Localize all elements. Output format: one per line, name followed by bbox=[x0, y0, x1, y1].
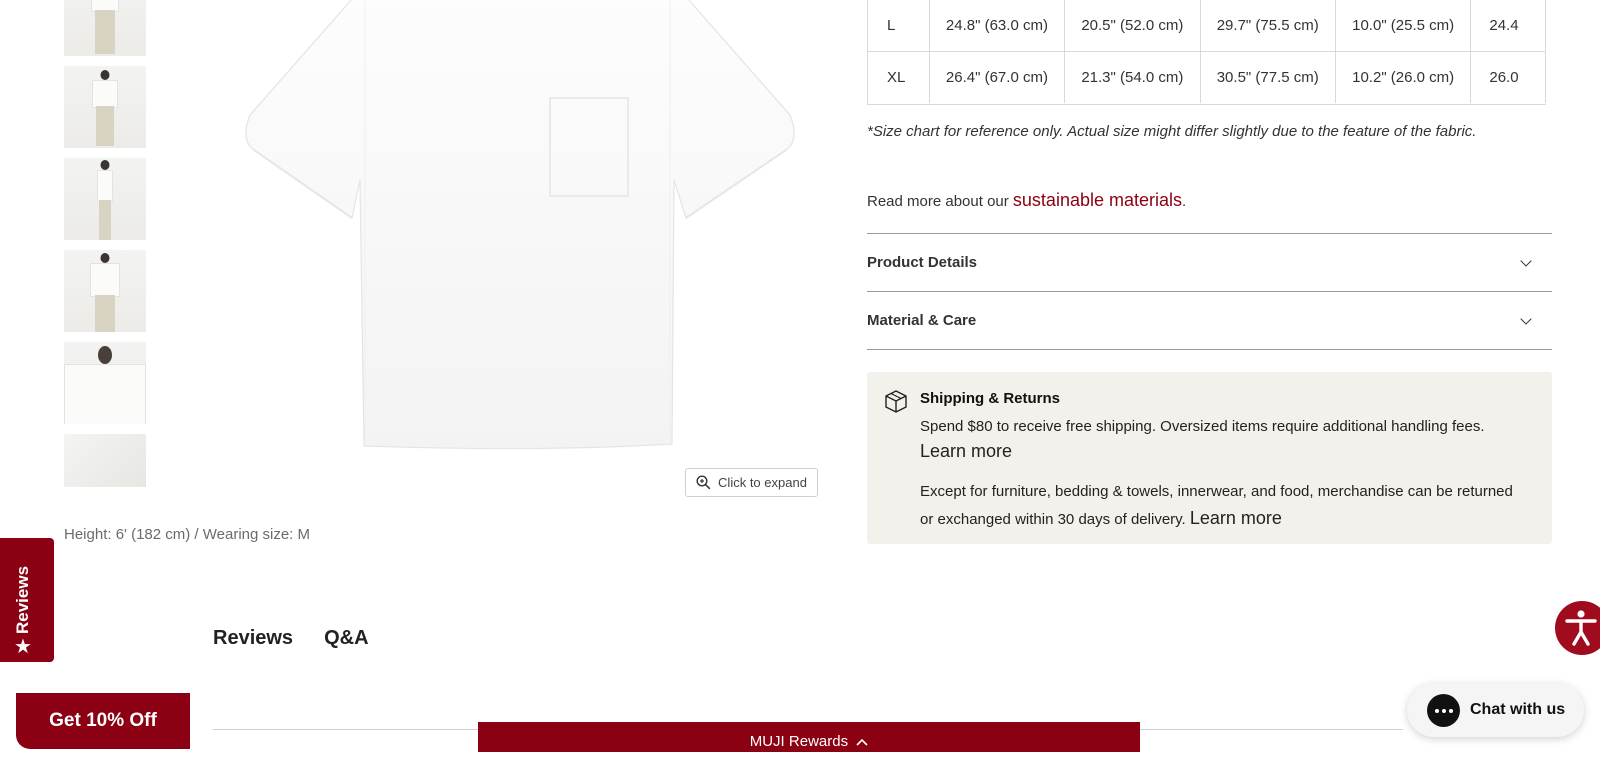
accessibility-button[interactable] bbox=[1555, 601, 1600, 655]
table-cell: 10.2" (26.0 cm) bbox=[1335, 51, 1472, 103]
thumbnail-fabric[interactable] bbox=[64, 434, 146, 487]
accessibility-icon bbox=[1565, 610, 1597, 646]
chevron-down-icon bbox=[1520, 312, 1532, 325]
thumbnail-full-front-2[interactable] bbox=[64, 66, 146, 148]
table-cell: 30.5" (77.5 cm) bbox=[1200, 51, 1336, 103]
product-main-image[interactable] bbox=[240, 0, 800, 450]
table-cell: 24.8" (63.0 cm) bbox=[929, 0, 1066, 52]
accordion-title: Material & Care bbox=[867, 312, 977, 329]
shipping-title: Shipping & Returns bbox=[920, 390, 1060, 407]
model-size-caption: Height: 6' (182 cm) / Wearing size: M bbox=[64, 526, 311, 543]
table-cell: 26.0 bbox=[1470, 51, 1546, 103]
zoom-icon bbox=[696, 475, 711, 490]
reviews-qa-tabs: Reviews Q&A bbox=[213, 627, 369, 650]
shipping-returns-box: Shipping & Returns Spend $80 to receive … bbox=[867, 372, 1552, 544]
chevron-down-icon bbox=[1520, 254, 1532, 267]
star-icon: ★ bbox=[14, 636, 32, 658]
tab-reviews[interactable]: Reviews bbox=[213, 627, 293, 650]
size-chart-note: *Size chart for reference only. Actual s… bbox=[867, 123, 1477, 140]
read-more-prefix: Read more about our bbox=[867, 193, 1013, 210]
reviews-side-tab[interactable]: Reviews ★ bbox=[0, 538, 54, 662]
table-cell: 10.0" (25.5 cm) bbox=[1335, 0, 1472, 52]
table-row: XL 26.4" (67.0 cm) 21.3" (54.0 cm) 30.5"… bbox=[868, 51, 1546, 103]
size-chart-table: L 24.8" (63.0 cm) 20.5" (52.0 cm) 29.7" … bbox=[867, 0, 1546, 105]
sustainable-materials-link[interactable]: sustainable materials bbox=[1013, 190, 1182, 210]
shipping-learn-more-link[interactable]: Learn more bbox=[920, 441, 1012, 461]
table-cell: 24.4 bbox=[1470, 0, 1546, 52]
thumbnail-back[interactable] bbox=[64, 250, 146, 332]
table-cell: 26.4" (67.0 cm) bbox=[929, 51, 1066, 103]
package-icon bbox=[885, 390, 907, 413]
shipping-info: Spend $80 to receive free shipping. Over… bbox=[920, 418, 1485, 435]
rewards-label: MUJI Rewards bbox=[749, 733, 849, 750]
table-row: L 24.8" (63.0 cm) 20.5" (52.0 cm) 29.7" … bbox=[868, 0, 1546, 52]
size-label: XL bbox=[868, 51, 930, 103]
get-discount-button[interactable]: Get 10% Off bbox=[16, 693, 190, 749]
size-label: L bbox=[868, 0, 930, 52]
thumbnail-detail-front[interactable] bbox=[64, 342, 146, 424]
accordion-product-details[interactable]: Product Details bbox=[867, 233, 1552, 291]
chat-icon bbox=[1427, 693, 1460, 727]
thumbnail-side[interactable] bbox=[64, 158, 146, 240]
accordion-title: Product Details bbox=[867, 254, 978, 271]
read-more-text: Read more about our sustainable material… bbox=[867, 190, 1186, 211]
accordion-material-care[interactable]: Material & Care bbox=[867, 291, 1552, 350]
table-cell: 29.7" (75.5 cm) bbox=[1200, 0, 1336, 52]
expand-label: Click to expand bbox=[718, 475, 807, 490]
reviews-side-label: Reviews bbox=[13, 565, 32, 634]
table-cell: 21.3" (54.0 cm) bbox=[1064, 51, 1201, 103]
thumbnail-full-front[interactable] bbox=[64, 0, 146, 56]
tab-qa[interactable]: Q&A bbox=[324, 627, 368, 650]
chat-label: Chat with us bbox=[1470, 701, 1566, 718]
returns-learn-more-link[interactable]: Learn more bbox=[1190, 508, 1282, 528]
expand-image-button[interactable]: Click to expand bbox=[685, 468, 818, 497]
returns-text: Except for furniture, bedding & towels, … bbox=[920, 479, 1530, 533]
chat-button[interactable]: Chat with us bbox=[1407, 683, 1584, 737]
shipping-text: Spend $80 to receive free shipping. Over… bbox=[920, 414, 1530, 465]
chevron-up-icon bbox=[856, 738, 868, 746]
table-cell: 20.5" (52.0 cm) bbox=[1064, 0, 1201, 52]
read-more-suffix: . bbox=[1182, 193, 1187, 210]
